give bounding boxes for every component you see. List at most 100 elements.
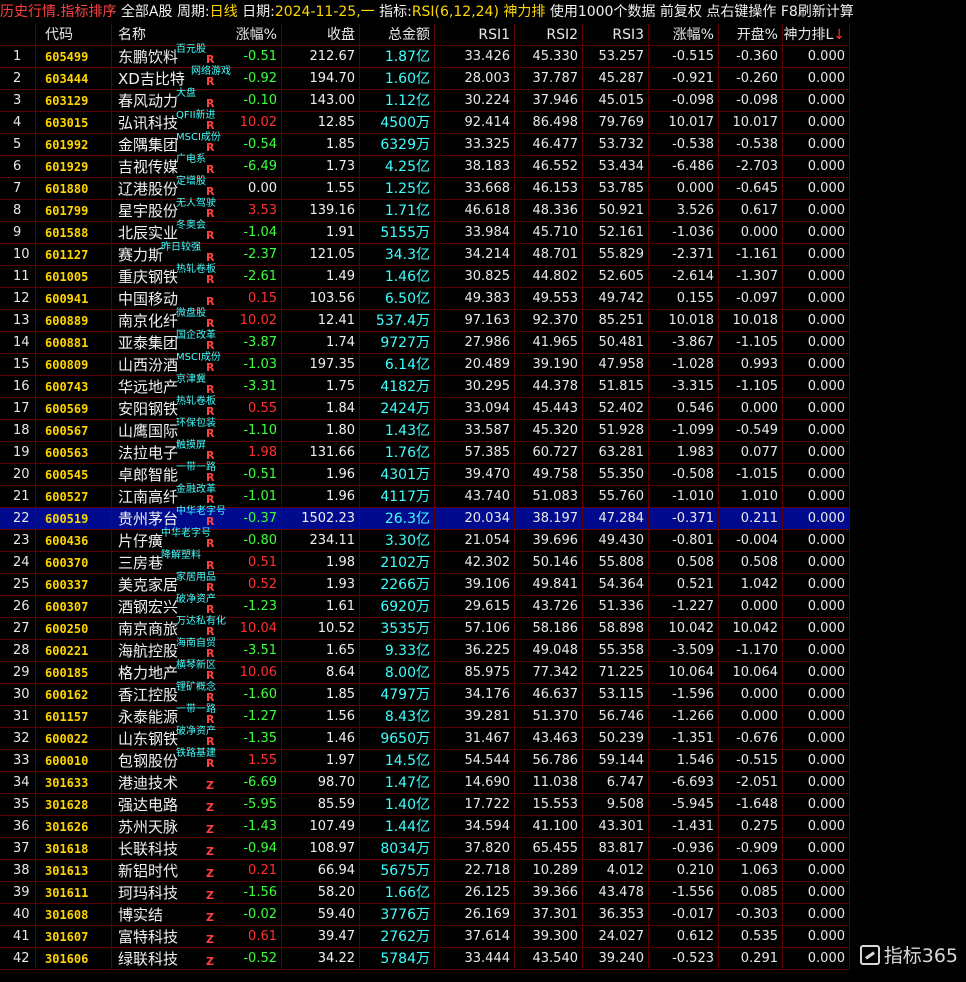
table-row[interactable]: 11 601005 重庆钢铁 -2.61 1.49 1.46亿 30.825 44.802 52…	[0, 264, 850, 288]
table-row[interactable]: 31 601157 永泰能源 -1.27 1.56 8.43亿 39.281 51.370 56…	[0, 704, 850, 728]
table-row[interactable]: 28 600221 海航控股 -3.51 1.65 9.33亿 36.225 49.048 55…	[0, 638, 850, 662]
table-row[interactable]: 2 603444 XD吉比特 -0.92 194.70 1.60亿 28.003 37.787…	[0, 66, 850, 90]
header-shenli[interactable]: 神力排L↓	[783, 24, 850, 46]
shenli-value: 0.000	[783, 310, 850, 332]
open-pct: -1.170	[719, 640, 783, 662]
stock-name-text: 酒钢宏兴	[118, 598, 179, 616]
change-pct-2: -0.515	[649, 46, 719, 68]
table-row[interactable]: 25 600337 美克家居 0.52 1.93 2266万 39.106 49.841 54.…	[0, 572, 850, 596]
header-rsi3[interactable]: RSI3	[583, 24, 649, 46]
table-row[interactable]: 30 600162 香江控股 -1.60 1.85 4797万 34.176 46.637 53…	[0, 682, 850, 706]
header-open[interactable]: 开盘%	[719, 24, 783, 46]
rsi1-value: 22.718	[435, 860, 515, 882]
new-stock-flag-icon: Z	[206, 911, 214, 924]
margin-flag-icon: R	[206, 383, 215, 396]
table-row[interactable]: 14 600881 亚泰集团 -3.87 1.74 9727万 27.986 41.965 50…	[0, 330, 850, 354]
table-row[interactable]: 35 301628 强达电路 -5.95 85.59 1.40亿 17.722 15.553 9…	[0, 794, 850, 816]
table-row[interactable]: 33 600010 包钢股份 1.55 1.97 14.5亿 54.544 56.786 59.…	[0, 748, 850, 772]
table-row-selected[interactable]: 22 600519 贵州茅台 -0.37 1502.23 26.3亿 20.034 38.19…	[0, 506, 850, 530]
table-row[interactable]: 24 600370 三房巷 0.51 1.98 2102万 42.302 50.146 55.8…	[0, 550, 850, 574]
concept-tag: 百元股	[176, 44, 206, 55]
table-row[interactable]: 10 601127 赛力斯 -2.37 121.05 34.3亿 34.214 48.701 5…	[0, 242, 850, 266]
rsi3-value: 52.605	[583, 266, 649, 288]
row-index: 37	[0, 838, 36, 860]
table-row[interactable]: 4 603015 弘讯科技 10.02 12.85 4500万 92.414 86.498 79…	[0, 110, 850, 134]
market-selector[interactable]: 全部A股	[121, 4, 173, 20]
table-row[interactable]: 17 600569 安阳钢铁 0.55 1.84 2424万 33.094 45.443 52.…	[0, 396, 850, 420]
table-row[interactable]: 32 600022 山东钢铁 -1.35 1.46 9650万 31.467 43.463 50…	[0, 726, 850, 750]
row-index: 21	[0, 486, 36, 508]
rsi1-value: 21.054	[435, 530, 515, 552]
close-price: 1.46	[282, 728, 360, 750]
row-index: 42	[0, 948, 36, 970]
change-pct: -0.10	[203, 90, 282, 112]
row-index: 17	[0, 398, 36, 420]
stock-name-text: 强达电路	[118, 796, 179, 814]
header-change[interactable]: 涨幅%	[203, 24, 282, 46]
data-count[interactable]: 1000个数据	[578, 4, 656, 20]
rsi3-value: 47.958	[583, 354, 649, 376]
table-row[interactable]: 20 600545 卓郎智能 -0.51 1.96 4301万 39.470 49.758 55…	[0, 462, 850, 486]
rsi1-value: 27.986	[435, 332, 515, 354]
table-row[interactable]: 38 301613 新铝时代 0.21 66.94 5675万 22.718 10.289 4.…	[0, 860, 850, 882]
open-pct: -2.703	[719, 156, 783, 178]
table-row[interactable]: 19 600563 法拉电子 1.98 131.66 1.76亿 57.385 60.727 6…	[0, 440, 850, 464]
sort-by-label[interactable]: 神力排	[503, 4, 545, 20]
table-row[interactable]: 5 601992 金隅集团 -0.54 1.85 6329万 33.325 46.477 53.…	[0, 132, 850, 156]
rsi2-value: 49.048	[515, 640, 583, 662]
table-row[interactable]: 1 605499 东鹏饮料 -0.51 212.67 1.87亿 33.426 45.330 5…	[0, 44, 850, 68]
rsi3-value: 50.921	[583, 200, 649, 222]
total-amount: 5784万	[360, 948, 435, 970]
shenli-value: 0.000	[783, 376, 850, 398]
header-amount[interactable]: 总金额	[360, 24, 435, 46]
concept-tag: 中华老字号	[176, 506, 226, 517]
table-row[interactable]: 26 600307 酒钢宏兴 -1.23 1.61 6920万 29.615 43.726 51…	[0, 594, 850, 618]
header-change2[interactable]: 涨幅%	[649, 24, 719, 46]
table-row[interactable]: 29 600185 格力地产 10.06 8.64 8.00亿 85.975 77.342 71…	[0, 660, 850, 684]
table-row[interactable]: 21 600527 江南高纤 -1.01 1.96 4117万 43.740 51.083 55…	[0, 484, 850, 508]
header-code[interactable]: 代码	[36, 24, 112, 46]
table-row[interactable]: 23 600436 片仔癀 -0.80 234.11 3.30亿 21.054 39.696 4…	[0, 528, 850, 552]
date-label: 日期:	[242, 4, 275, 20]
stock-code: 605499	[36, 46, 112, 68]
shenli-value: 0.000	[783, 200, 850, 222]
row-index: 13	[0, 310, 36, 332]
total-amount: 4500万	[360, 112, 435, 134]
shenli-value: 0.000	[783, 552, 850, 574]
table-row[interactable]: 7 601880 辽港股份 0.00 1.55 1.25亿 33.668 46.153 53.7…	[0, 176, 850, 200]
table-row[interactable]: 18 600567 山鹰国际 -1.10 1.80 1.43亿 33.587 45.320 51…	[0, 418, 850, 442]
table-row[interactable]: 9 601588 北辰实业 -1.04 1.91 5155万 33.984 45.710 52.…	[0, 220, 850, 244]
table-row[interactable]: 41 301607 富特科技 0.61 39.47 2762万 37.614 39.300 24…	[0, 926, 850, 948]
table-row[interactable]: 39 301611 珂玛科技 -1.56 58.20 1.66亿 26.125 39.366 4…	[0, 882, 850, 904]
table-row[interactable]: 27 600250 南京商旅 10.04 10.52 3535万 57.106 58.186 5…	[0, 616, 850, 640]
header-index	[0, 24, 36, 46]
total-amount: 537.4万	[360, 310, 435, 332]
change-pct-2: 0.521	[649, 574, 719, 596]
table-row[interactable]: 36 301626 苏州天脉 -1.43 107.49 1.44亿 34.594 41.100…	[0, 816, 850, 838]
table-row[interactable]: 6 601929 吉视传媒 -6.49 1.73 4.25亿 38.183 46.552 53.…	[0, 154, 850, 178]
margin-flag-icon: R	[206, 53, 215, 66]
header-close[interactable]: 收盘	[282, 24, 360, 46]
stock-name-text: 山西汾酒	[118, 356, 179, 374]
table-row[interactable]: 16 600743 华远地产 -3.31 1.75 4182万 30.295 44.378 51…	[0, 374, 850, 398]
stock-name-text: 重庆钢铁	[118, 268, 179, 286]
date-value[interactable]: 2024-11-25,一	[275, 4, 375, 20]
stock-name-text: 卓郎智能	[118, 466, 179, 484]
table-row[interactable]: 40 301608 博实结 -0.02 59.40 3776万 26.169 37.301 36…	[0, 904, 850, 926]
table-row[interactable]: 34 301633 港迪技术 -6.69 98.70 1.47亿 14.690 11.038 6…	[0, 772, 850, 794]
table-row[interactable]: 37 301618 长联科技 -0.94 108.97 8034万 37.820 65.455…	[0, 838, 850, 860]
header-rsi2[interactable]: RSI2	[515, 24, 583, 46]
adjust-mode[interactable]: 前复权	[660, 4, 702, 20]
table-row[interactable]: 15 600809 山西汾酒 -1.03 197.35 6.14亿 20.489 39.190…	[0, 352, 850, 376]
header-rsi1[interactable]: RSI1	[435, 24, 515, 46]
change-pct-2: -1.556	[649, 882, 719, 904]
change-pct: -3.31	[203, 376, 282, 398]
table-row[interactable]: 42 301606 绿联科技 -0.52 34.22 5784万 33.444 43.540 3…	[0, 948, 850, 970]
table-row[interactable]: 12 600941 中国移动 0.15 103.56 6.50亿 49.383 49.553 4…	[0, 288, 850, 310]
indicator-value[interactable]: RSI(6,12,24)	[412, 4, 499, 20]
table-row[interactable]: 8 601799 星宇股份 3.53 139.16 1.71亿 46.618 48.336 50…	[0, 198, 850, 222]
table-row[interactable]: 3 603129 春风动力 -0.10 143.00 1.12亿 30.224 37.946 4…	[0, 88, 850, 112]
period-value[interactable]: 日线	[210, 4, 238, 20]
table-row[interactable]: 13 600889 南京化纤 10.02 12.41 537.4万 97.163 92.370…	[0, 308, 850, 332]
change-pct-2: 0.508	[649, 552, 719, 574]
